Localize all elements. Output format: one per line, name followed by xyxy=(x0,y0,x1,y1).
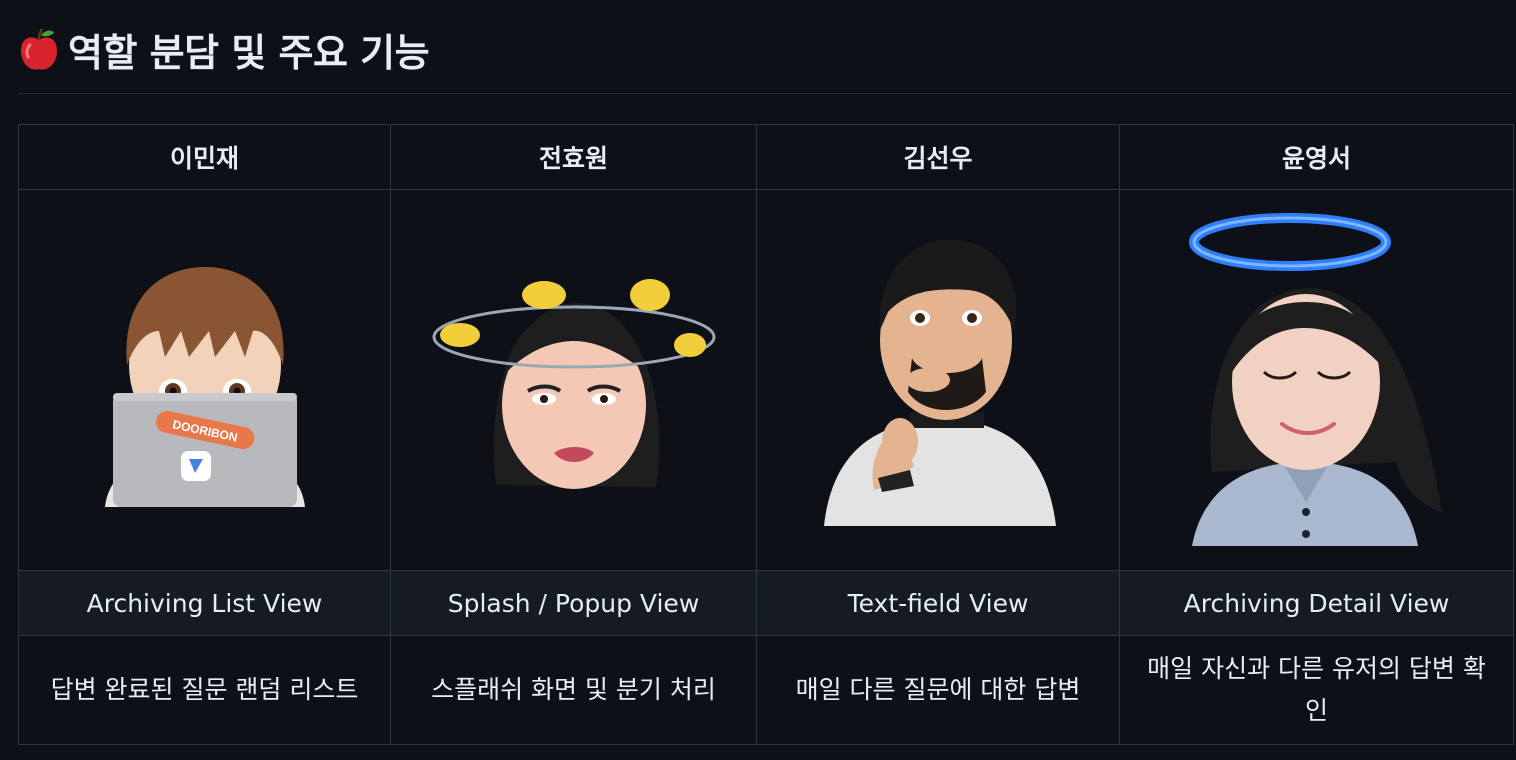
memoji-finger-heart-avatar xyxy=(824,239,1056,526)
description-row: 답변 완료된 질문 랜덤 리스트 스플래쉬 화면 및 분기 처리 매일 다른 질… xyxy=(18,635,1514,745)
avatar-cell xyxy=(390,189,757,571)
section-title: 역할 분담 및 주요 기능 xyxy=(68,31,430,75)
avatar-cell: DOORIBON xyxy=(18,189,391,571)
member-name: 이민재 xyxy=(18,124,391,190)
feature-description: 매일 자신과 다른 유저의 답변 확인 xyxy=(1119,635,1514,745)
memoji-laptop-avatar: DOORIBON xyxy=(104,267,305,507)
view-name: Splash / Popup View xyxy=(390,570,757,636)
member-name: 전효원 xyxy=(390,124,757,190)
view-name: Archiving Detail View xyxy=(1119,570,1514,636)
view-row: Archiving List View Splash / Popup View … xyxy=(18,570,1514,636)
section-heading: 역할 분담 및 주요 기능 xyxy=(18,22,430,77)
heading-divider xyxy=(18,93,1512,94)
roles-table: 이민재 전효원 김선우 윤영서 DOORIBON Archiving List … xyxy=(18,124,1514,745)
table-header-row: 이민재 전효원 김선우 윤영서 xyxy=(18,124,1514,190)
memoji-halo-avatar xyxy=(1188,213,1442,546)
feature-description: 답변 완료된 질문 랜덤 리스트 xyxy=(18,635,391,745)
avatar-cell xyxy=(756,189,1120,571)
feature-description: 매일 다른 질문에 대한 답변 xyxy=(756,635,1120,745)
avatar-row: DOORIBON xyxy=(18,189,1514,571)
apple-icon xyxy=(21,27,57,70)
view-name: Text-field View xyxy=(756,570,1120,636)
feature-description: 스플래쉬 화면 및 분기 처리 xyxy=(390,635,757,745)
member-name: 김선우 xyxy=(756,124,1120,190)
member-name: 윤영서 xyxy=(1119,124,1514,190)
avatar-cell xyxy=(1119,189,1514,571)
view-name: Archiving List View xyxy=(18,570,391,636)
memoji-birds-avatar xyxy=(432,279,715,489)
